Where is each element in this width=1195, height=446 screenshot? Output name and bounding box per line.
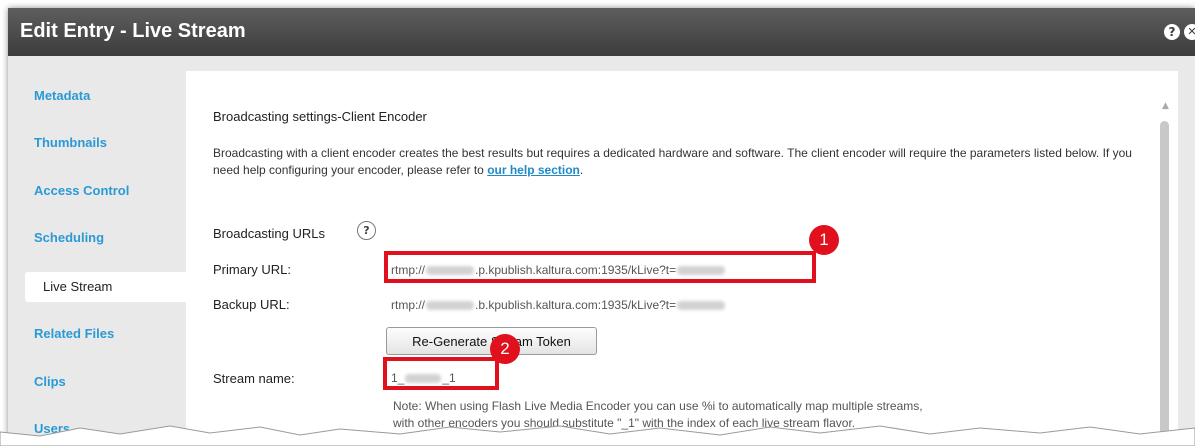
torn-edge-decoration <box>0 425 1195 446</box>
